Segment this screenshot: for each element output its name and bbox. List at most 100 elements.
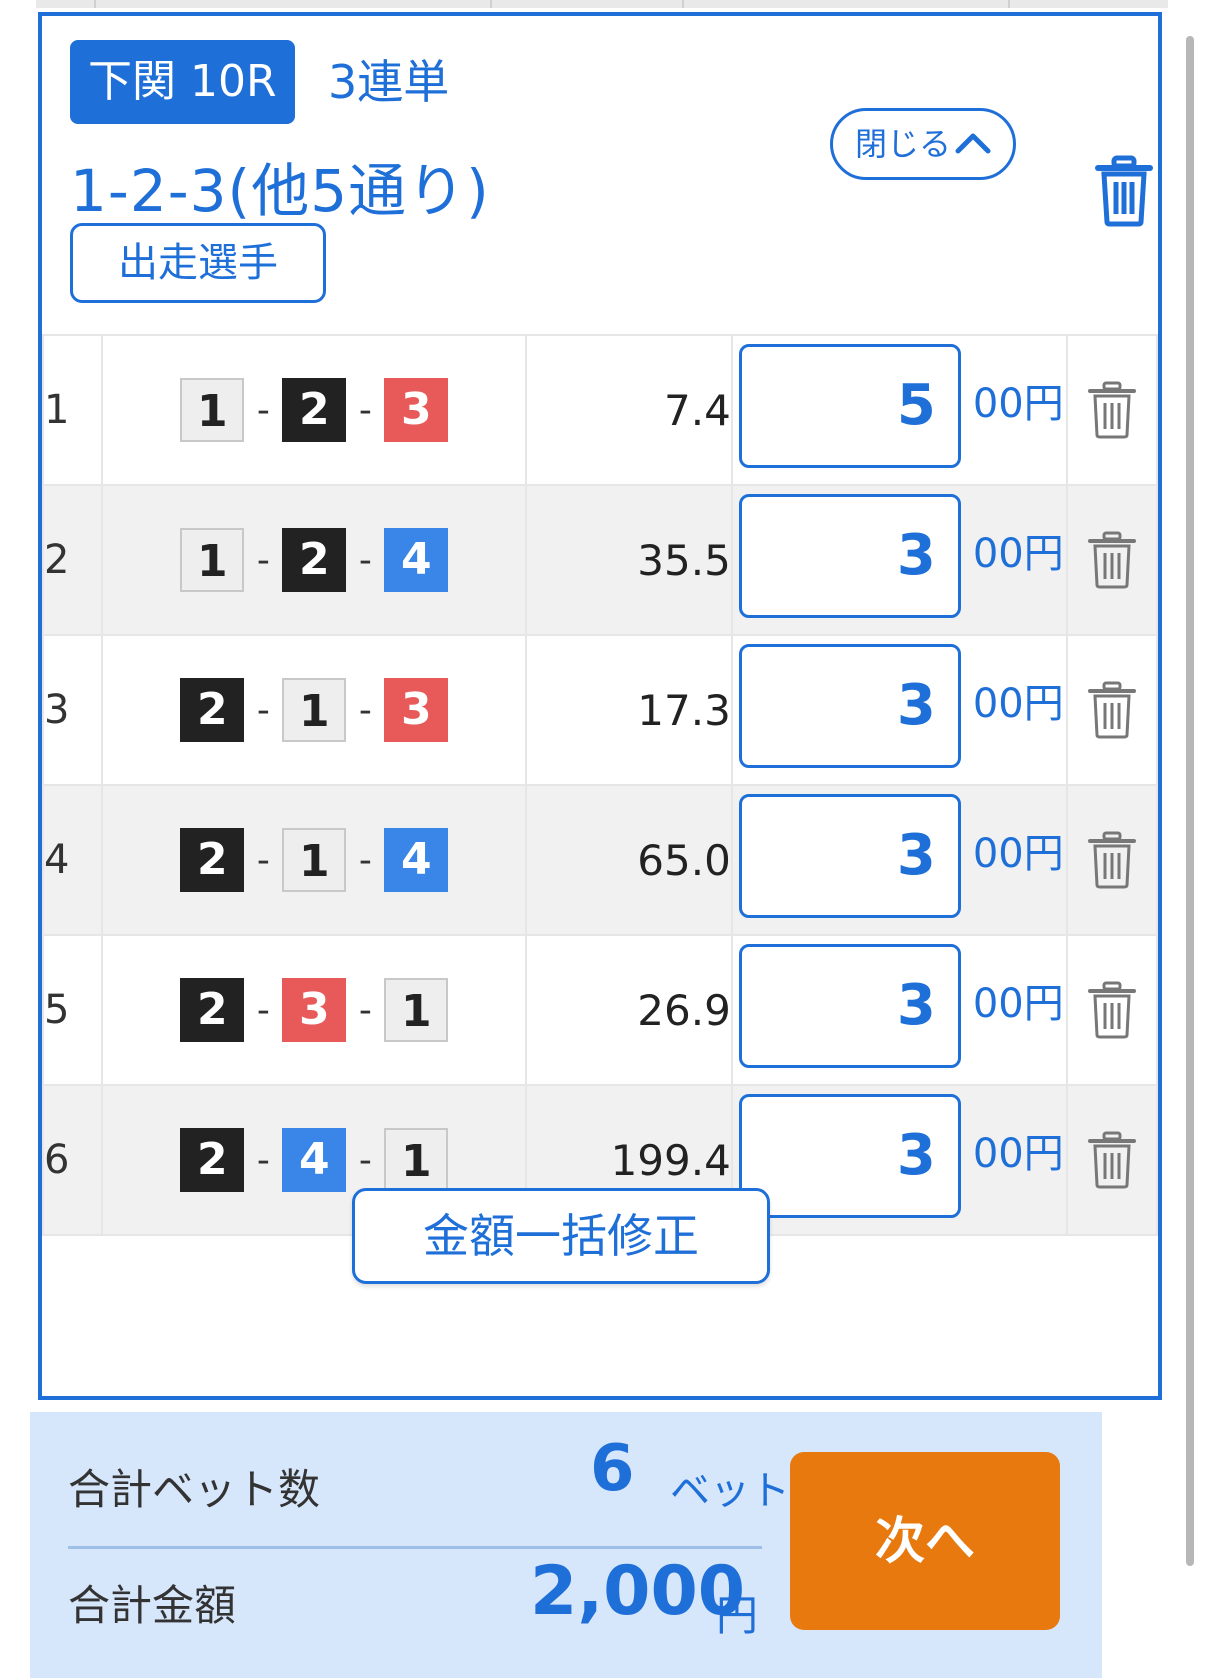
- combo-separator: -: [358, 539, 372, 581]
- trash-icon: [1088, 981, 1137, 1039]
- trash-icon: [1088, 681, 1137, 739]
- amount-cell: 3 00円: [730, 484, 1069, 636]
- bet-row: 2 1-2-4 35.5 3 00円: [41, 484, 1158, 636]
- players-button[interactable]: 出走選手: [70, 223, 326, 303]
- odds-value: 35.5: [525, 484, 733, 636]
- combo-separator: -: [256, 839, 270, 881]
- bet-row: 4 2-1-4 65.0 3 00円: [41, 784, 1158, 936]
- boat-number-chip: 3: [384, 678, 449, 742]
- amount-suffix: 00円: [972, 681, 1064, 727]
- chevron-up-icon: [955, 111, 991, 177]
- total-amount-value: 2,000: [530, 1552, 746, 1631]
- scrollbar[interactable]: [1186, 36, 1194, 1566]
- row-number: 1: [41, 334, 104, 486]
- combo-separator: -: [358, 989, 372, 1031]
- amount-cell: 3 00円: [730, 934, 1069, 1086]
- next-button[interactable]: 次へ: [790, 1452, 1060, 1630]
- combo-separator: -: [256, 989, 270, 1031]
- combo-separator: -: [358, 1139, 372, 1181]
- ticket-card: 下関 10R 3連単 1-2-3(他5通り) 出走選手 閉じる 1 1-2-3 7.…: [38, 12, 1162, 1400]
- trash-icon: [1088, 831, 1137, 889]
- trash-icon: [1088, 381, 1137, 439]
- delete-row-button[interactable]: [1066, 334, 1158, 486]
- delete-row-button[interactable]: [1066, 484, 1158, 636]
- summary-footer: 合計ベット数 6 ベット 合計金額 2,000 円 次へ: [30, 1412, 1102, 1678]
- boat-number-chip: 2: [180, 978, 245, 1042]
- combo-separator: -: [358, 389, 372, 431]
- combination: 2-3-1: [101, 934, 528, 1086]
- boat-number-chip: 1: [384, 978, 449, 1042]
- total-amount-unit: 円: [716, 1591, 759, 1640]
- amount-suffix: 00円: [972, 981, 1064, 1027]
- row-number: 4: [41, 784, 104, 936]
- boat-number-chip: 2: [180, 828, 245, 892]
- bet-row: 1 1-2-3 7.4 5 00円: [41, 334, 1158, 486]
- row-number: 6: [41, 1084, 104, 1236]
- boat-number-chip: 1: [282, 828, 347, 892]
- odds-value: 26.9: [525, 934, 733, 1086]
- bet-row: 3 2-1-3 17.3 3 00円: [41, 634, 1158, 786]
- delete-row-button[interactable]: [1066, 634, 1158, 786]
- boat-number-chip: 2: [180, 1128, 245, 1192]
- combo-separator: -: [358, 689, 372, 731]
- amount-cell: 3 00円: [730, 1084, 1069, 1236]
- amount-cell: 5 00円: [730, 334, 1069, 486]
- footer-divider: [68, 1546, 762, 1549]
- combo-separator: -: [256, 689, 270, 731]
- boat-number-chip: 1: [180, 528, 245, 592]
- bet-type-label: 3連単: [328, 55, 450, 109]
- boat-number-chip: 4: [384, 528, 449, 592]
- odds-value: 7.4: [525, 334, 733, 486]
- amount-input[interactable]: 3: [738, 494, 961, 618]
- boat-number-chip: 3: [384, 378, 449, 442]
- previous-table-edge: [36, 0, 1168, 8]
- amount-suffix: 00円: [972, 831, 1064, 877]
- delete-row-button[interactable]: [1066, 784, 1158, 936]
- odds-value: 65.0: [525, 784, 733, 936]
- delete-ticket-button[interactable]: [1094, 154, 1154, 228]
- amount-input[interactable]: 3: [738, 944, 961, 1068]
- trash-icon: [1088, 531, 1137, 589]
- row-number: 2: [41, 484, 104, 636]
- boat-number-chip: 2: [180, 678, 245, 742]
- amount-input[interactable]: 3: [738, 794, 961, 918]
- combo-summary: 1-2-3(他5通り): [70, 157, 490, 225]
- combo-separator: -: [256, 389, 270, 431]
- amount-input[interactable]: 3: [738, 1094, 961, 1218]
- combo-separator: -: [256, 539, 270, 581]
- row-number: 3: [41, 634, 104, 786]
- boat-number-chip: 1: [180, 378, 245, 442]
- combination: 1-2-4: [101, 484, 528, 636]
- close-button[interactable]: 閉じる: [830, 108, 1016, 180]
- combo-separator: -: [256, 1139, 270, 1181]
- amount-suffix: 00円: [972, 1131, 1064, 1177]
- bet-rows-table: 1 1-2-3 7.4 5 00円 2 1-2-4 35.5 3 00円 3 2-1-3 17.3 3 00…: [41, 334, 1158, 1236]
- total-amount-label: 合計金額: [68, 1581, 237, 1630]
- amount-cell: 3 00円: [730, 784, 1069, 936]
- combination: 2-1-3: [101, 634, 528, 786]
- trash-icon: [1088, 1131, 1137, 1189]
- bulk-edit-button[interactable]: 金額一括修正: [352, 1188, 770, 1284]
- boat-number-chip: 1: [384, 1128, 449, 1192]
- amount-suffix: 00円: [972, 531, 1064, 577]
- total-bets-label: 合計ベット数: [68, 1465, 321, 1514]
- amount-suffix: 00円: [972, 381, 1064, 427]
- boat-number-chip: 1: [282, 678, 347, 742]
- combination: 1-2-3: [101, 334, 528, 486]
- boat-number-chip: 4: [282, 1128, 347, 1192]
- boat-number-chip: 2: [282, 378, 347, 442]
- total-bets-unit: ベット: [670, 1468, 790, 1514]
- amount-input[interactable]: 3: [738, 644, 961, 768]
- amount-input[interactable]: 5: [738, 344, 961, 468]
- delete-row-button[interactable]: [1066, 934, 1158, 1086]
- close-button-label: 閉じる: [854, 125, 951, 163]
- trash-icon: [1095, 155, 1153, 227]
- total-bets-value: 6: [590, 1432, 635, 1506]
- boat-number-chip: 2: [282, 528, 347, 592]
- delete-row-button[interactable]: [1066, 1084, 1158, 1236]
- venue-race-badge: 下関 10R: [70, 40, 295, 124]
- boat-number-chip: 4: [384, 828, 449, 892]
- amount-cell: 3 00円: [730, 634, 1069, 786]
- odds-value: 17.3: [525, 634, 733, 786]
- bet-row: 5 2-3-1 26.9 3 00円: [41, 934, 1158, 1086]
